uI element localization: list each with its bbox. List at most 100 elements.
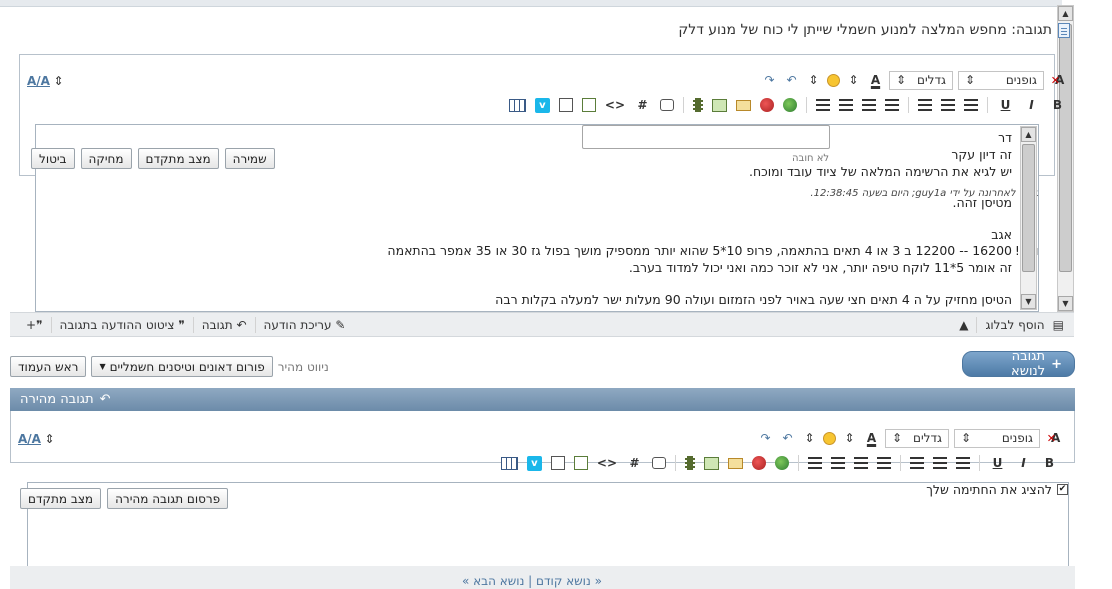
multi-quote-icon[interactable]: ❞+: [26, 318, 43, 332]
bold-button[interactable]: B: [1041, 455, 1058, 472]
edit-reason-input[interactable]: [582, 125, 830, 149]
redo-icon[interactable]: ↷: [761, 72, 778, 89]
scroll-down-arrow-icon[interactable]: ▼: [1058, 296, 1073, 311]
show-signature-checkbox[interactable]: ✔: [1057, 484, 1068, 495]
post-title: תגובה: מחפש המלצה למנוע חשמלי שייתן לי כ…: [678, 22, 1070, 38]
code-icon[interactable]: <>: [605, 97, 625, 114]
select-arrows-icon[interactable]: ⇕: [845, 72, 862, 89]
warning-icon[interactable]: ▲: [959, 318, 968, 332]
ordered-list-icon[interactable]: [877, 457, 891, 469]
align-center-icon[interactable]: [941, 99, 955, 111]
reply-link[interactable]: ↶ תגובה: [202, 318, 247, 332]
select-arrows-icon[interactable]: ⇕: [841, 430, 858, 447]
edit-buttons: ביטול מחיקה מצב מתקדם שמירה: [31, 148, 275, 169]
align-left-icon[interactable]: [918, 99, 932, 111]
php-icon[interactable]: [573, 456, 588, 470]
unordered-list-icon[interactable]: [854, 457, 868, 469]
advanced-mode-button[interactable]: מצב מתקדם: [137, 148, 219, 169]
blog-icon: ▤: [1052, 318, 1064, 332]
quote-icon[interactable]: [660, 99, 674, 111]
email-icon[interactable]: [736, 99, 751, 111]
ordered-list-icon[interactable]: [885, 99, 899, 111]
select-arrows-icon[interactable]: ⇕: [801, 430, 818, 447]
reply-to-topic-button[interactable]: + תגובה לנושא: [962, 349, 1075, 379]
scroll-thumb[interactable]: [1059, 24, 1072, 272]
undo-icon[interactable]: ↶: [783, 72, 800, 89]
select-arrows-icon[interactable]: ⇕: [805, 72, 822, 89]
italic-button[interactable]: I: [1023, 97, 1040, 114]
delete-button[interactable]: מחיקה: [80, 148, 132, 169]
scroll-down-arrow-icon[interactable]: ▼: [1021, 294, 1036, 309]
vimeo-icon[interactable]: v: [534, 97, 550, 113]
unlink-icon[interactable]: [760, 98, 774, 112]
link-icon[interactable]: [775, 456, 789, 470]
font-color-icon[interactable]: A: [863, 430, 880, 447]
toolbar-divider: [50, 317, 52, 333]
textarea-scrollbar[interactable]: ▲ ▼: [1020, 126, 1037, 310]
video-icon[interactable]: [685, 456, 695, 470]
quote-reply-link[interactable]: ❞ ציטוט ההודעה בתגובה: [60, 318, 185, 332]
table-icon[interactable]: [500, 456, 518, 470]
text-direction-icon[interactable]: A/A: [18, 430, 41, 447]
hash-icon[interactable]: #: [626, 455, 643, 472]
bold-button[interactable]: B: [1049, 97, 1066, 114]
outdent-icon[interactable]: [808, 457, 822, 469]
php-icon[interactable]: [581, 98, 596, 112]
smiley-icon[interactable]: [827, 73, 840, 87]
remove-format-icon[interactable]: A ✕: [1045, 430, 1062, 447]
underline-button[interactable]: U: [989, 455, 1006, 472]
hash-icon[interactable]: #: [634, 97, 651, 114]
editor-line: 16200 -- 12200 ב 3 או 4 תאים בהתאמה, פרו…: [387, 243, 1012, 258]
video-icon[interactable]: [693, 98, 703, 112]
scroll-up-arrow-icon[interactable]: ▲: [1021, 127, 1036, 142]
forum-select[interactable]: פורום דאונים וטיסנים חשמליים ▼: [91, 356, 273, 377]
redo-icon[interactable]: ↷: [757, 430, 774, 447]
align-center-icon[interactable]: [933, 457, 947, 469]
align-right-icon[interactable]: [956, 457, 970, 469]
text-direction-icon[interactable]: A/A: [27, 72, 50, 89]
paste-icon[interactable]: [550, 456, 565, 470]
indent-icon[interactable]: [831, 457, 845, 469]
unordered-list-icon[interactable]: [862, 99, 876, 111]
vimeo-icon[interactable]: v: [526, 455, 542, 471]
font-select[interactable]: גופנים ⇕: [958, 70, 1044, 90]
scroll-up-arrow-icon[interactable]: ▲: [1058, 6, 1073, 21]
chevron-down-icon: ▼: [99, 362, 106, 371]
prev-next-topic-links[interactable]: « נושא קודם | נושא הבא »: [462, 574, 602, 588]
image-icon[interactable]: [712, 98, 727, 112]
size-select[interactable]: גדלים ⇕: [889, 70, 953, 90]
link-icon[interactable]: [783, 98, 797, 112]
smiley-icon[interactable]: [823, 431, 836, 445]
top-of-page-button[interactable]: ראש העמוד: [10, 356, 87, 377]
post-quick-reply-button[interactable]: פרסום תגובה מהירה: [107, 488, 229, 509]
align-left-icon[interactable]: [910, 457, 924, 469]
main-vertical-scrollbar[interactable]: ▲ ▼: [1057, 5, 1074, 312]
outdent-icon[interactable]: [816, 99, 830, 111]
unlink-icon[interactable]: [752, 456, 766, 470]
save-button[interactable]: שמירה: [224, 148, 275, 169]
toolbar-divider: [254, 317, 256, 333]
advanced-mode-button[interactable]: מצב מתקדם: [20, 488, 102, 509]
align-right-icon[interactable]: [964, 99, 978, 111]
scroll-thumb[interactable]: [1022, 144, 1035, 272]
email-icon[interactable]: [728, 457, 743, 469]
table-icon[interactable]: [508, 98, 526, 112]
undo-icon[interactable]: ↶: [779, 430, 796, 447]
font-select[interactable]: גופנים ⇕: [954, 428, 1040, 448]
indent-icon[interactable]: [839, 99, 853, 111]
edit-post-link[interactable]: ✎ עריכת הודעה: [264, 318, 346, 332]
remove-format-icon[interactable]: A ✕: [1049, 72, 1066, 89]
resize-arrows-icon[interactable]: ⇕: [41, 430, 58, 447]
resize-arrows-icon[interactable]: ⇕: [50, 72, 67, 89]
font-color-icon[interactable]: A: [867, 72, 884, 89]
quote-icon[interactable]: [652, 457, 666, 469]
image-icon[interactable]: [704, 456, 719, 470]
paste-icon[interactable]: [558, 98, 573, 112]
italic-button[interactable]: I: [1015, 455, 1032, 472]
code-icon[interactable]: <>: [597, 455, 617, 472]
add-to-blog-link[interactable]: הוסף לבלוג: [985, 318, 1044, 332]
cancel-button[interactable]: ביטול: [31, 148, 75, 169]
underline-button[interactable]: U: [997, 97, 1014, 114]
size-select[interactable]: גדלים ⇕: [885, 428, 949, 448]
select-arrows-icon: ⇕: [896, 73, 907, 87]
